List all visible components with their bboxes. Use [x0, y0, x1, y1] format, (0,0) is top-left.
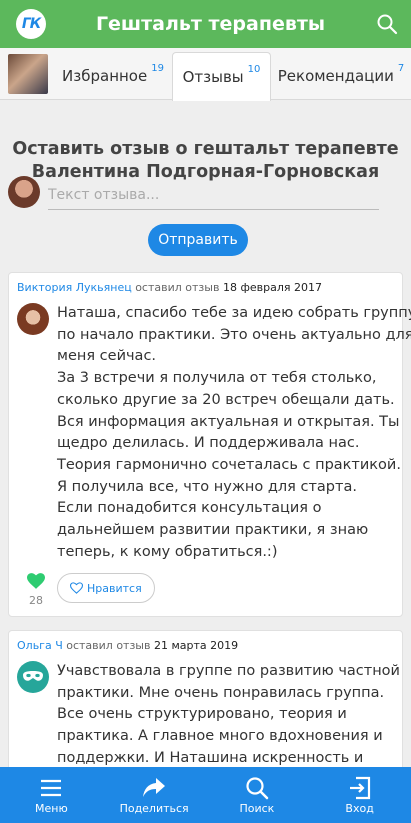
therapist-avatar[interactable]: [8, 54, 48, 94]
search-icon[interactable]: [375, 12, 399, 36]
tab-reviews[interactable]: Отзывы 10: [172, 52, 271, 101]
nav-login[interactable]: Вход: [308, 767, 411, 823]
nav-share[interactable]: Поделиться: [103, 767, 206, 823]
app-header: ГК Гештальт терапевты: [0, 0, 411, 48]
like-count: 28: [29, 594, 43, 607]
nav-menu-label: Меню: [35, 802, 68, 815]
page-title: Гештальт терапевты: [95, 13, 326, 35]
review-line: практика. А главное много вдохновения и: [57, 728, 383, 745]
review-author-link[interactable]: Ольга Ч: [17, 639, 63, 652]
review-date: 21 марта 2019: [153, 639, 239, 652]
review-line: по начало практики. Это очень актуально …: [57, 326, 411, 343]
review-action: оставил отзыв: [135, 281, 220, 294]
review-line: практики. Мне очень понравилась группа.: [57, 684, 385, 701]
review-header: Виктория Лукьянец оставил отзыв 18 февра…: [17, 281, 322, 294]
review-form-title-line1: Оставить отзыв о гештальт терапевте: [12, 139, 399, 159]
like-button[interactable]: Нравится: [57, 573, 155, 603]
tab-recommendations-label: Рекомендации: [277, 67, 394, 85]
review-text: Учавствовала в группе по развитию частно…: [57, 661, 400, 770]
user-avatar: [8, 176, 40, 208]
nav-search[interactable]: Поиск: [206, 767, 309, 823]
share-icon: [143, 778, 166, 797]
review-line: Если понадобится консультация о: [57, 500, 322, 517]
tab-reviews-label: Отзывы: [182, 68, 244, 86]
tab-favorites[interactable]: Избранное 19: [54, 52, 172, 100]
review-line: сколько другие за 20 встреч обещали дать…: [57, 391, 395, 408]
review-text-input[interactable]: [48, 180, 379, 210]
review-line: Учавствовала в группе по развитию частно…: [57, 663, 400, 679]
heart-icon: [27, 573, 45, 589]
review-text: Наташа, спасибо тебе за идею собрать гру…: [57, 303, 411, 563]
tab-favorites-label: Избранное: [62, 67, 148, 85]
review-card: Ольга Ч оставил отзыв 21 марта 2019 Учав…: [8, 630, 403, 790]
review-header: Ольга Ч оставил отзыв 21 марта 2019: [17, 639, 238, 652]
mask-icon: [23, 671, 43, 681]
tab-favorites-count: 19: [151, 62, 164, 74]
review-line: Все очень структурировано, теория и: [57, 706, 347, 723]
like-counter: 28: [25, 573, 47, 607]
submit-review-button[interactable]: Отправить: [148, 224, 248, 256]
nav-menu[interactable]: Меню: [0, 767, 103, 823]
review-line: За 3 встречи я получила от тебя столько,: [57, 370, 377, 387]
nav-share-label: Поделиться: [119, 802, 189, 815]
review-line: Теория гармонично сочеталась с практикой…: [57, 456, 401, 473]
nav-login-label: Вход: [345, 802, 374, 815]
review-author-link[interactable]: Виктория Лукьянец: [17, 281, 132, 294]
review-date: 18 февраля 2017: [222, 281, 322, 294]
reviewer-avatar[interactable]: [17, 661, 49, 693]
review-line: Наташа, спасибо тебе за идею собрать гру…: [57, 305, 411, 321]
tab-recommendations-count: 7: [397, 62, 405, 74]
reviewer-avatar[interactable]: [17, 303, 49, 335]
bottom-nav: Меню Поделиться Поиск Вход: [0, 767, 411, 823]
heart-outline-icon: [70, 582, 83, 594]
tab-bar: Избранное 19 Отзывы 10 Рекомендации 7: [0, 48, 411, 101]
review-line: щедро делилась. И поддерживала нас.: [57, 435, 360, 452]
review-form-title: Оставить отзыв о гештальт терапевте Вале…: [0, 138, 411, 184]
review-line: дальнейшем развитии практики, я знаю: [57, 522, 369, 539]
review-line: Я получила все, что нужно для старта.: [57, 478, 357, 495]
app-logo[interactable]: ГК: [16, 9, 46, 39]
like-button-label: Нравится: [87, 581, 142, 595]
logo-text: ГК: [21, 16, 41, 32]
search-icon: [246, 777, 269, 800]
review-card: Виктория Лукьянец оставил отзыв 18 февра…: [8, 272, 411, 617]
review-action: оставил отзыв: [66, 639, 151, 652]
review-line: меня сейчас.: [57, 348, 157, 365]
tab-reviews-count: 10: [247, 63, 261, 75]
review-line: Вся информация актуальная и открытая. Ты: [57, 413, 400, 430]
review-line: теперь, к кому обратиться.:): [57, 543, 278, 560]
tab-recommendations[interactable]: Рекомендации 7: [271, 52, 411, 100]
menu-icon: [41, 779, 62, 797]
login-icon: [349, 776, 370, 800]
nav-search-label: Поиск: [239, 802, 275, 815]
